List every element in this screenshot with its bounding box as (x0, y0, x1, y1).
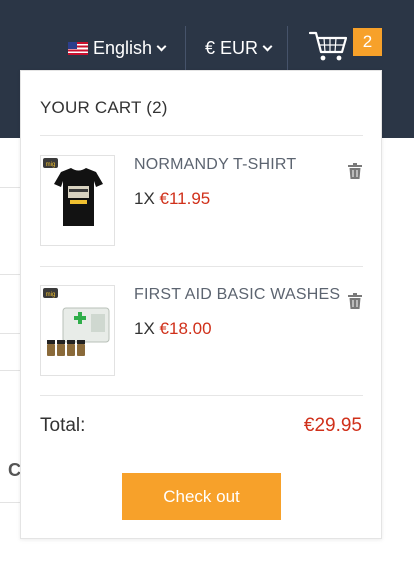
divider (40, 395, 363, 396)
background-divider (0, 502, 20, 503)
cart-title: YOUR CART (2) (40, 98, 168, 117)
checkout-button[interactable]: Check out (122, 473, 281, 520)
tshirt-image: mig (43, 158, 103, 226)
shopping-cart-icon[interactable] (309, 30, 347, 62)
item-price: 1X €11.95 (134, 189, 210, 209)
divider (40, 135, 363, 136)
item-quantity: 1X (134, 319, 155, 338)
paint-set-image: mig (43, 288, 110, 356)
item-quantity: 1X (134, 189, 155, 208)
cart-dropdown: YOUR CART (2) mig NORMANDY T-SHIRT 1X €1… (20, 70, 382, 539)
item-name[interactable]: NORMANDY T-SHIRT (134, 156, 296, 174)
item-price: 1X €18.00 (134, 319, 212, 339)
total-value: €29.95 (303, 415, 362, 436)
product-thumbnail[interactable]: mig (40, 155, 115, 246)
product-thumbnail[interactable]: mig (40, 285, 115, 376)
trash-icon[interactable] (348, 163, 362, 179)
background-divider (0, 333, 20, 334)
chevron-down-icon (156, 41, 167, 51)
chevron-down-icon (262, 41, 273, 51)
background-divider (0, 370, 20, 371)
currency-selector[interactable]: € EUR (205, 36, 273, 60)
divider (40, 266, 363, 267)
trash-icon[interactable] (348, 293, 362, 309)
header-separator (185, 26, 186, 70)
item-name[interactable]: FIRST AID BASIC WASHES (134, 286, 340, 304)
header-separator (287, 26, 288, 70)
product-badge: mig (46, 292, 56, 298)
us-flag-icon (68, 41, 88, 55)
language-selector[interactable]: English (68, 36, 167, 60)
item-price-value: €18.00 (159, 319, 212, 338)
background-divider (0, 274, 20, 275)
item-price-value: €11.95 (159, 189, 211, 208)
currency-label: € EUR (205, 37, 259, 58)
total-label: Total: (40, 415, 86, 436)
product-badge: mig (46, 162, 56, 168)
cart-count-badge[interactable]: 2 (353, 28, 382, 56)
background-divider (0, 187, 20, 188)
language-label: English (93, 37, 153, 58)
